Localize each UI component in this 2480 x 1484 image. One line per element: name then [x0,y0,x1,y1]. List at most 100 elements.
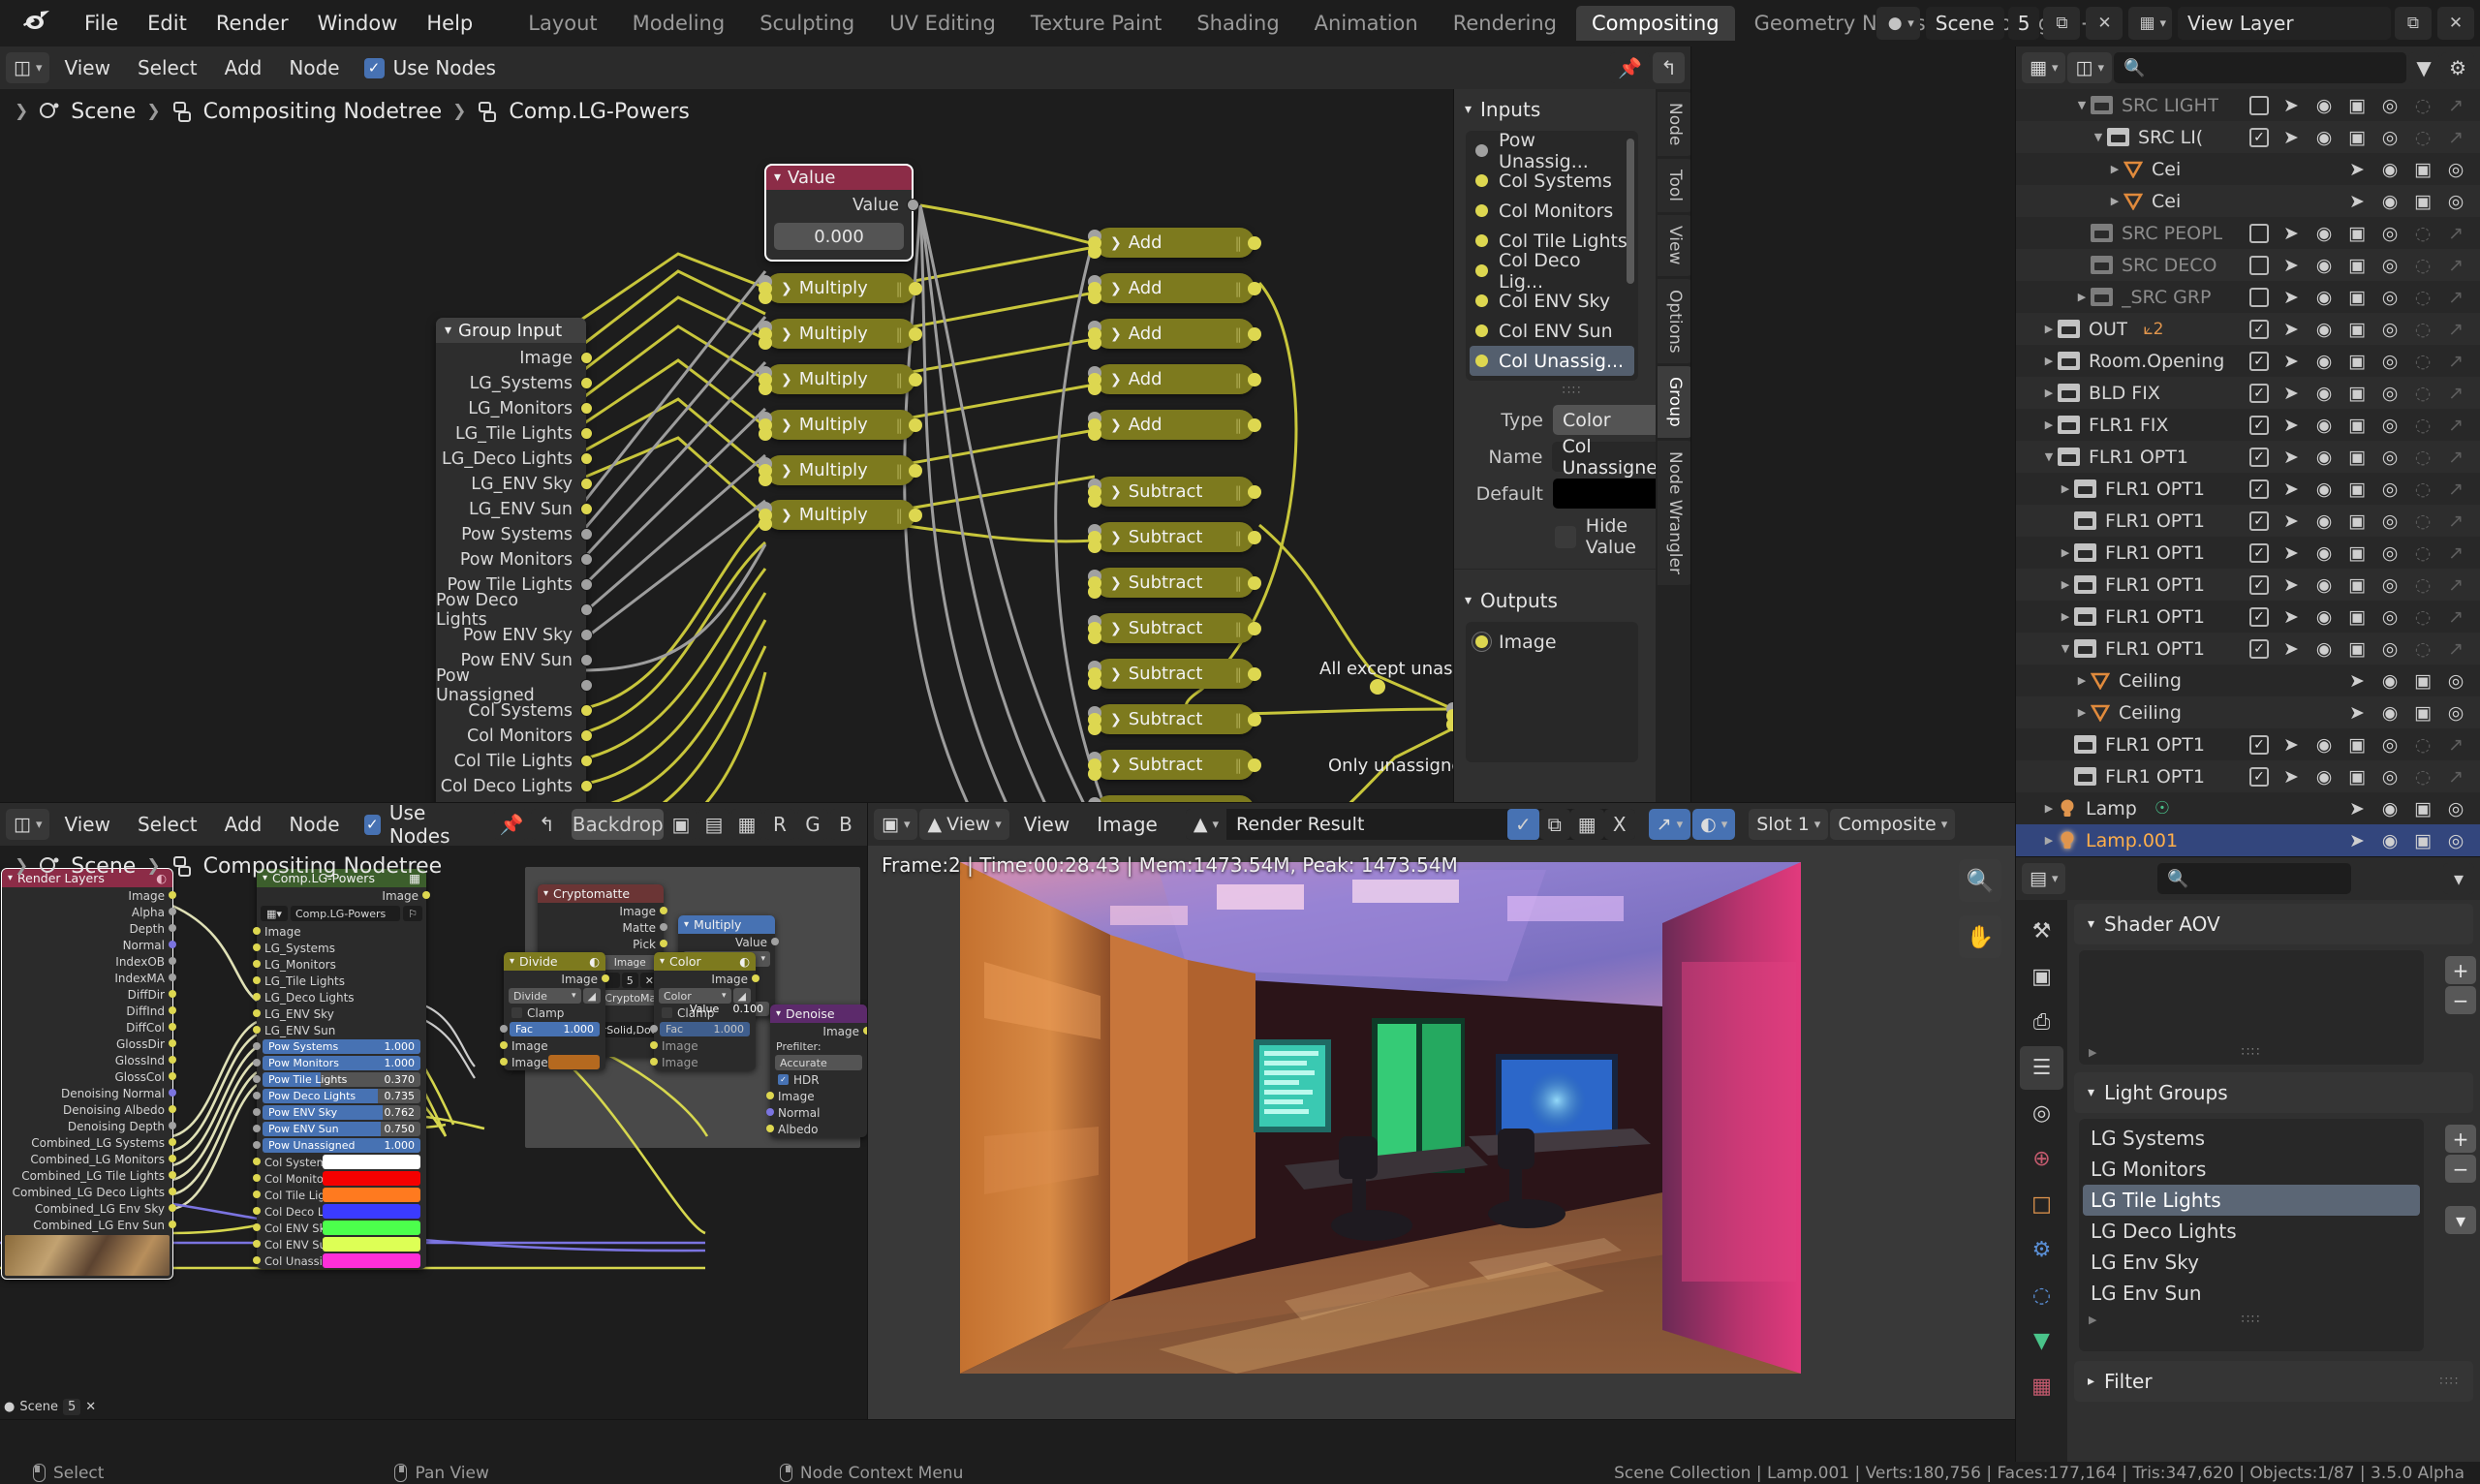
color-swatch[interactable] [323,1188,420,1202]
chevron-right-icon[interactable]: ❯ [781,281,792,296]
add-node-5[interactable]: ❯ Add ‖ [1088,410,1261,441]
group-input-socket[interactable]: Pow Monitors [436,547,593,572]
power-slider[interactable]: Pow Deco Lights 0.735 [263,1089,420,1103]
data-icon[interactable]: ▼ [2020,1319,2063,1363]
disclosure-triangle-closed-icon[interactable]: ▶ [2040,834,2058,847]
output-socket-dot[interactable] [580,528,593,541]
mix-node[interactable]: ❯Mix‖ [1088,795,1255,802]
value-output-socket[interactable]: Value [765,193,919,218]
outliner-row[interactable]: ▶ FLR1 FIX ✓ ➤ ◉ ▣ ◎ ◌ ↗ [2016,409,2480,441]
chevron-right-icon[interactable]: ❯ [1110,326,1122,342]
eye-icon[interactable]: ◉ [2379,798,2401,819]
output-socket-dot[interactable] [580,427,593,440]
add-node-4[interactable]: ❯ Add ‖ [1088,364,1261,395]
color-swatch[interactable] [323,1237,420,1252]
breadcrumb-expand-icon[interactable]: ❯ [8,102,35,121]
output-socket-dot[interactable] [580,402,593,415]
group-node-input[interactable]: Col ENV Sky [253,1220,426,1236]
output-socket-dot[interactable] [169,1006,176,1014]
output-socket-dot[interactable] [1248,373,1261,386]
input-socket-dot[interactable] [253,1009,261,1017]
output-socket-dot[interactable] [580,780,593,792]
outliner-row[interactable]: SRC DECO ✓ ➤ ◉ ▣ ◎ ◌ ↗ [2016,249,2480,281]
render-layer-output[interactable]: DiffInd [2,1003,176,1019]
input-socket-dot[interactable] [1088,631,1101,644]
disclosure-triangle-closed-icon[interactable]: ▶ [2057,578,2074,591]
input-socket-dot[interactable] [766,1125,774,1132]
screen-icon[interactable]: ▣ [2346,734,2368,756]
menu-view[interactable]: View [51,813,122,836]
tool-icon[interactable]: ⚒ [2020,910,2063,953]
group-input-socket[interactable]: Col Monitors [436,724,593,749]
outliner-row[interactable]: ▶ _SRC GRP ✓ ➤ ◉ ▣ ◎ ◌ ↗ [2016,281,2480,313]
workspace-tab-rendering[interactable]: Rendering [1438,6,1572,41]
input-socket-dot[interactable] [759,517,772,531]
fake-user-button[interactable]: ⚐ [403,906,422,921]
output-socket-dot[interactable] [169,1188,176,1195]
arrow-icon[interactable]: ↗ [2445,383,2466,404]
display-channels-toggle[interactable]: ◐ ▾ [1692,809,1736,840]
input-socket-dot[interactable] [1088,427,1101,441]
shader-aov-list[interactable]: ▶ ∷∷ [2079,950,2424,1065]
render-icon[interactable]: ▣ [2020,955,2063,999]
disclosure-triangle-closed-icon[interactable]: ▶ [2040,386,2058,399]
subtract-node-6[interactable]: ❯ Subtract ‖ [1088,750,1261,781]
outliner-row[interactable]: ▶ Room.Opening ✓ ➤ ◉ ▣ ◎ ◌ ↗ [2016,345,2480,377]
flag-icon[interactable]: ➤ [2280,766,2302,788]
exclude-checkbox[interactable]: ✓ [2249,606,2269,627]
eye-icon[interactable]: ◉ [2379,702,2401,724]
input-socket-dot[interactable] [1088,540,1101,553]
disclosure-triangle-closed-icon[interactable]: ▶ [2040,802,2058,815]
chevron-down-icon[interactable]: ▾ [774,170,781,185]
input-socket-list-item[interactable]: Col Deco Lig... [1466,250,1638,293]
output-socket-dot[interactable] [169,1023,176,1031]
render-layer-output[interactable]: IndexOB [2,953,176,970]
outliner-row-list[interactable]: ▼ SRC LIGHT ✓ ➤ ◉ ▣ ◎ ◌ ↗ ▼ SRC LI(✓ ➤ ◉ ▣ ◎ ◌ ↗ ▶ Cei ➤ ◉ ▣ ◎… [2016,89,2480,856]
restrict-icon[interactable]: ◌ [2412,638,2434,660]
exclude-checkbox[interactable]: ✓ [2249,542,2269,563]
chevron-right-icon[interactable]: ❯ [1110,666,1122,682]
delete-scene-button[interactable]: ✕ [2086,7,2124,40]
eye-icon[interactable]: ◉ [2313,255,2335,276]
eye-icon[interactable]: ◉ [2313,223,2335,244]
camera-icon[interactable]: ◎ [2379,127,2401,148]
input-socket-dot[interactable] [500,1058,508,1066]
group-input-socket[interactable]: Image [436,346,593,371]
arrow-icon[interactable]: ↗ [2445,223,2466,244]
breadcrumb-group[interactable]: Comp.LG-Powers [477,100,690,124]
clamp-checkbox[interactable] [662,1007,672,1018]
expand-icon[interactable]: ▶ [2089,1046,2098,1059]
remove-aov-button[interactable]: − [2445,986,2476,1014]
col-out-image[interactable]: Image [654,971,760,987]
screen-icon[interactable]: ▣ [2346,319,2368,340]
output-socket-dot[interactable] [169,1056,176,1064]
output-socket-dot[interactable] [169,924,176,932]
output-socket-dot[interactable] [909,327,922,341]
disclosure-triangle-closed-icon[interactable]: ▶ [2057,610,2074,623]
render-layer-output[interactable]: Combined_LG Systems [2,1134,176,1151]
flag-icon[interactable]: ➤ [2280,255,2302,276]
output-socket-dot[interactable] [169,1138,176,1146]
render-slot-selector[interactable]: Slot 1 ▾ [1749,809,1829,840]
group-node-input[interactable]: LG_Tile Lights [253,973,426,989]
zoom-in-icon[interactable]: 🔍 [1959,859,2001,902]
scene-users-count[interactable]: 5 [621,973,638,988]
go-to-parent-button[interactable]: ↰ [1653,52,1685,83]
flag-icon[interactable]: ➤ [2280,95,2302,116]
exclude-checkbox[interactable]: ✓ [2249,510,2269,531]
outputs-list[interactable]: Image [1466,622,1638,762]
outliner-row[interactable]: FLR1 OPT1 ✓ ➤ ◉ ▣ ◎ ◌ ↗ [2016,505,2480,537]
render-layer-output[interactable]: Alpha [2,904,176,920]
camera-icon[interactable]: ◎ [2379,255,2401,276]
pin-icon[interactable]: 📌 [493,809,530,840]
input-socket-dot[interactable] [1088,245,1101,259]
chevron-down-icon[interactable]: ▾ [543,888,548,899]
eye-icon[interactable]: ◉ [2379,159,2401,180]
hdr-checkbox[interactable]: ✓ [778,1074,789,1085]
output-socket-dot[interactable] [169,1089,176,1097]
den-in-normal[interactable]: Normal [766,1104,867,1121]
multiply-node-5[interactable]: ❯ Multiply ‖ [759,455,922,486]
output-socket-dot[interactable] [580,377,593,389]
chevron-right-icon[interactable]: ❯ [781,417,792,433]
output-socket-dot[interactable] [1248,327,1261,341]
